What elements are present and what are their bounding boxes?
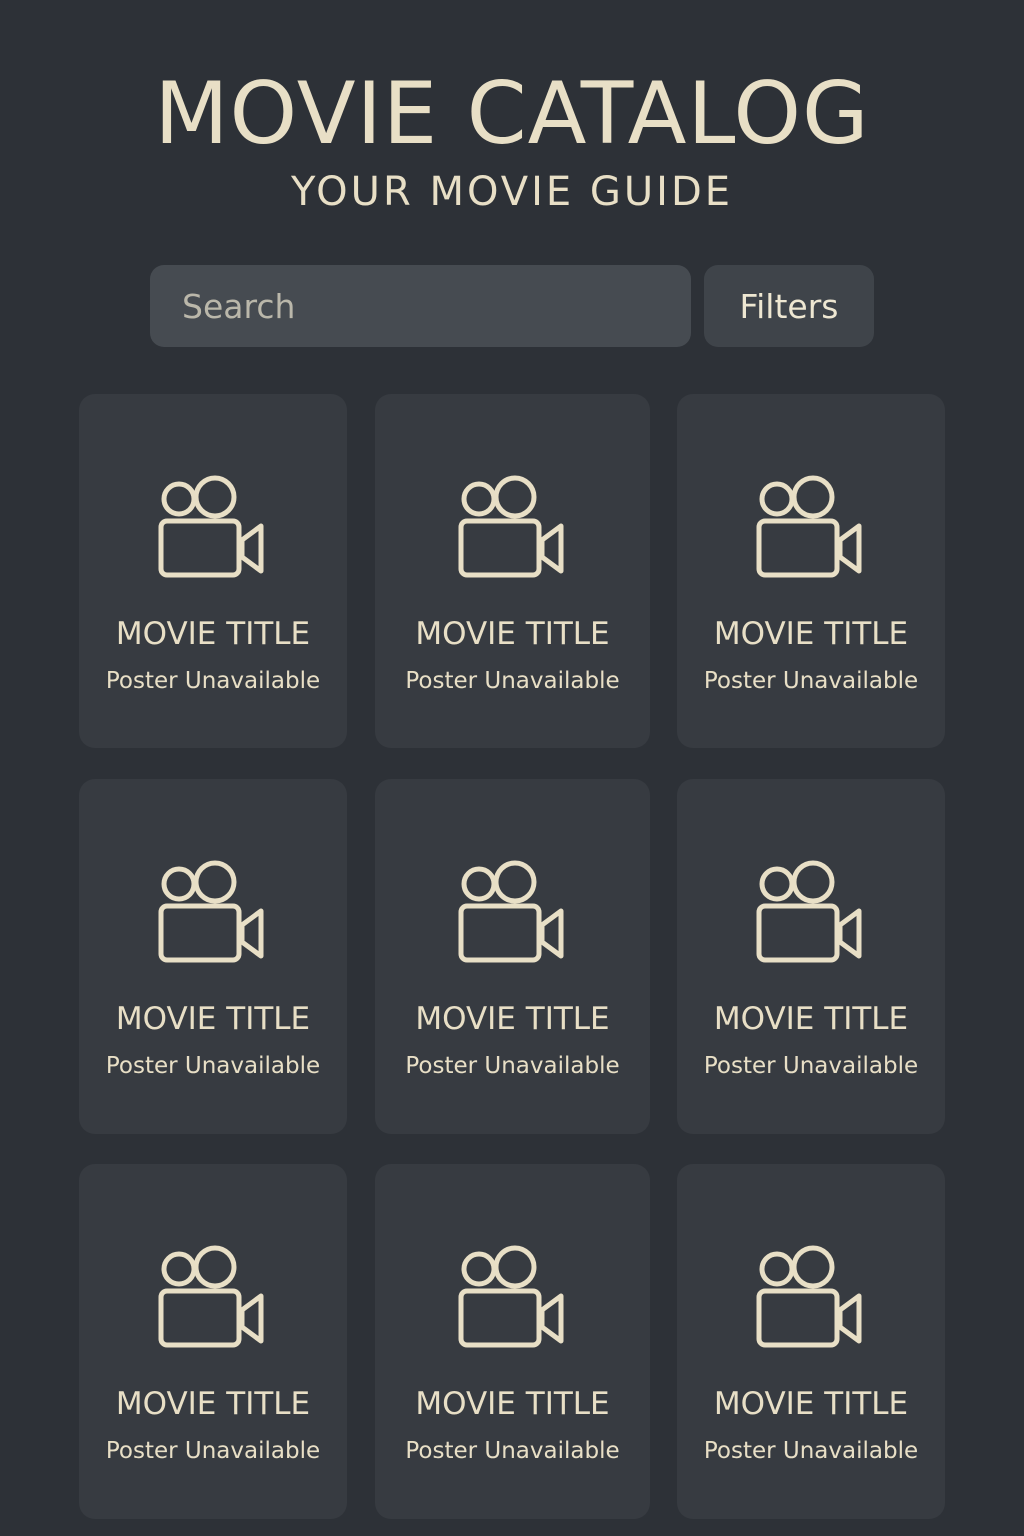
movie-camera-icon xyxy=(158,475,264,578)
movie-camera-icon xyxy=(458,1245,563,1348)
movie-title: MOVIE TITLE xyxy=(415,616,610,652)
movie-title: MOVIE TITLE xyxy=(713,616,909,652)
poster-status: Poster Unavailable xyxy=(405,1053,620,1079)
movie-card[interactable]: MOVIE TITLE Poster Unavailable xyxy=(79,779,347,1134)
movie-camera-icon xyxy=(158,1245,264,1348)
poster-status: Poster Unavailable xyxy=(405,1438,620,1464)
movie-title: MOVIE TITLE xyxy=(115,1001,311,1037)
filters-button[interactable]: Filters xyxy=(704,265,874,347)
movie-camera-icon xyxy=(458,860,563,963)
movie-camera-icon xyxy=(458,475,563,578)
poster-status: Poster Unavailable xyxy=(703,1438,919,1464)
movie-card[interactable]: MOVIE TITLE Poster Unavailable xyxy=(375,779,650,1134)
poster-status: Poster Unavailable xyxy=(105,1438,321,1464)
movie-card[interactable]: MOVIE TITLE Poster Unavailable xyxy=(79,1164,347,1519)
movie-title: MOVIE TITLE xyxy=(415,1001,610,1037)
movie-card[interactable]: MOVIE TITLE Poster Unavailable xyxy=(677,779,945,1134)
movie-card[interactable]: MOVIE TITLE Poster Unavailable xyxy=(677,1164,945,1519)
movie-catalog-page: MOVIE CATALOG YOUR MOVIE GUIDE Filters M… xyxy=(0,0,1024,1536)
poster-status: Poster Unavailable xyxy=(703,668,919,694)
movie-camera-icon xyxy=(756,475,862,578)
poster-status: Poster Unavailable xyxy=(703,1053,919,1079)
poster-status: Poster Unavailable xyxy=(405,668,620,694)
poster-status: Poster Unavailable xyxy=(105,668,321,694)
poster-status: Poster Unavailable xyxy=(105,1053,321,1079)
movie-title: MOVIE TITLE xyxy=(115,1386,311,1422)
movie-camera-icon xyxy=(158,860,264,963)
movie-title: MOVIE TITLE xyxy=(115,616,311,652)
movie-card[interactable]: MOVIE TITLE Poster Unavailable xyxy=(375,394,650,748)
page-title: MOVIE CATALOG xyxy=(154,64,870,164)
page-subtitle: YOUR MOVIE GUIDE xyxy=(290,169,734,215)
movie-title: MOVIE TITLE xyxy=(415,1386,610,1422)
movie-card[interactable]: MOVIE TITLE Poster Unavailable xyxy=(677,394,945,748)
movie-camera-icon xyxy=(756,1245,862,1348)
movie-camera-icon xyxy=(756,860,862,963)
movie-card[interactable]: MOVIE TITLE Poster Unavailable xyxy=(375,1164,650,1519)
movie-title: MOVIE TITLE xyxy=(713,1001,909,1037)
movie-card[interactable]: MOVIE TITLE Poster Unavailable xyxy=(79,394,347,748)
search-input[interactable] xyxy=(150,265,691,347)
movie-title: MOVIE TITLE xyxy=(713,1386,909,1422)
